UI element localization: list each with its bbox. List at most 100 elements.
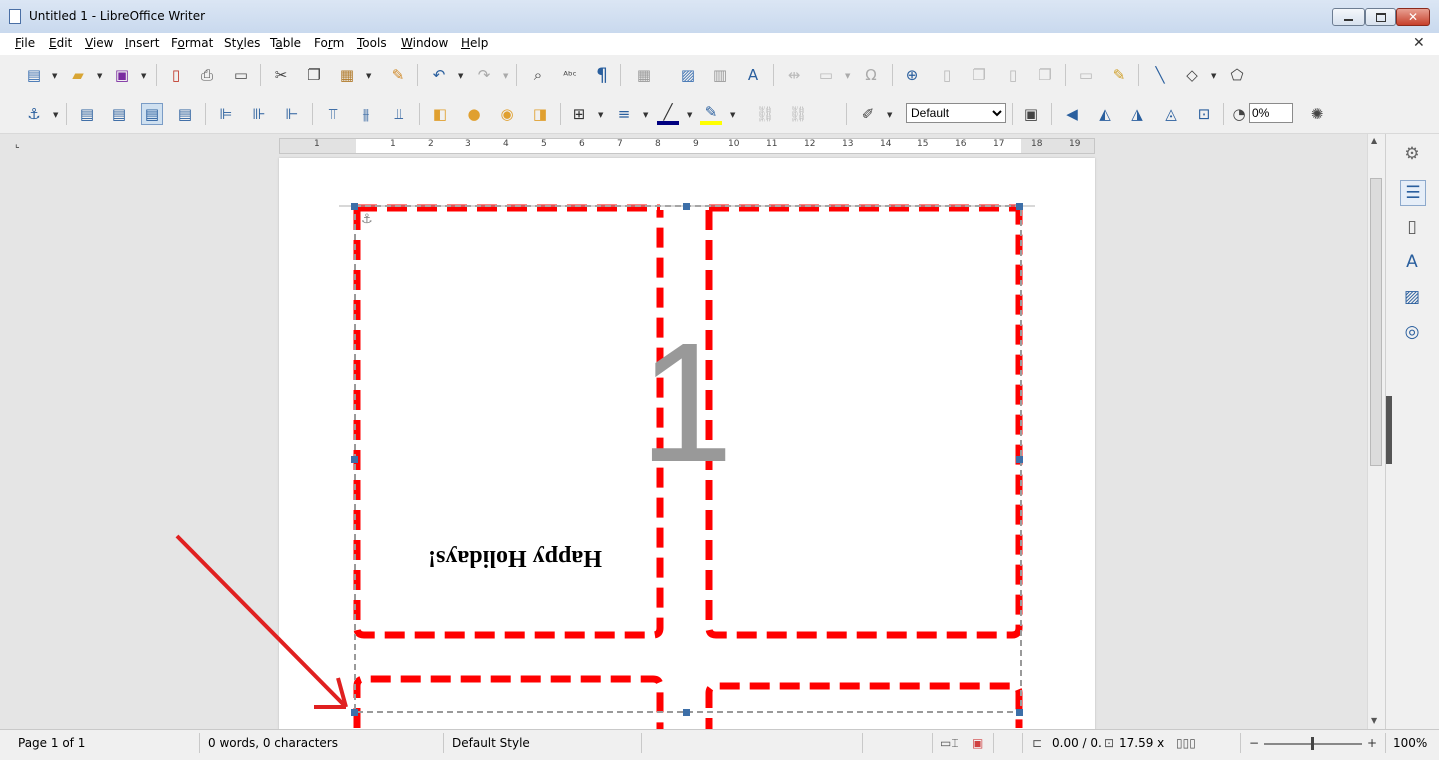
find-replace-icon[interactable]: ⌕ xyxy=(527,64,549,86)
undo-icon[interactable]: ↶ xyxy=(428,64,450,86)
sidebar-properties-icon[interactable]: ☰ xyxy=(1400,180,1426,206)
flip-vertical-icon[interactable]: ◭ xyxy=(1094,103,1116,125)
transparency-field[interactable] xyxy=(1249,103,1293,123)
rotate-icon[interactable]: ◀ xyxy=(1061,103,1083,125)
menu-styles[interactable]: Styles xyxy=(224,36,260,50)
formatting-marks-icon[interactable]: ¶ xyxy=(591,64,613,86)
menu-help[interactable]: Help xyxy=(461,36,488,50)
sidebar-page-icon[interactable]: ▯ xyxy=(1400,215,1424,239)
sidebar-gallery-icon[interactable]: ▨ xyxy=(1400,285,1424,309)
wrap-through-icon[interactable]: ▤ xyxy=(174,103,196,125)
restore-button[interactable] xyxy=(1365,8,1396,26)
open-icon[interactable]: ▰ xyxy=(67,64,89,86)
new-document-icon[interactable]: ▤ xyxy=(23,64,45,86)
align-left-icon[interactable]: ⊫ xyxy=(215,103,237,125)
insert-field-icon[interactable]: ▭ xyxy=(815,64,837,86)
tab-stop-selector[interactable]: ⌞ xyxy=(15,139,20,150)
sidebar-styles-icon[interactable]: A xyxy=(1400,250,1424,274)
menu-file[interactable]: File xyxy=(15,36,35,50)
draw-functions-icon[interactable]: ⬠ xyxy=(1226,64,1248,86)
document-modified-icon[interactable]: ▣ xyxy=(972,736,983,750)
border-style-icon[interactable]: ≡ xyxy=(613,103,635,125)
print-preview-icon[interactable]: ▭ xyxy=(230,64,252,86)
insert-special-character-icon[interactable]: Ω xyxy=(860,64,882,86)
menu-edit[interactable]: Edit xyxy=(49,36,72,50)
zoom-level[interactable]: 100% xyxy=(1393,736,1427,750)
word-count[interactable]: 0 words, 0 characters xyxy=(208,736,338,750)
horizontal-ruler[interactable]: 1 1 2 3 4 5 6 7 8 9 10 11 12 13 14 15 16… xyxy=(279,138,1095,154)
flip-horizontal-icon[interactable]: ◮ xyxy=(1126,103,1148,125)
sidebar-settings-icon[interactable]: ⚙ xyxy=(1400,142,1424,166)
bring-to-front-icon[interactable]: ◧ xyxy=(429,103,451,125)
menu-tools[interactable]: Tools xyxy=(357,36,387,50)
bring-forward-icon[interactable]: ◉ xyxy=(496,103,518,125)
border-color-icon[interactable]: ╱ xyxy=(657,103,679,125)
menu-table[interactable]: Table xyxy=(270,36,301,50)
menu-format[interactable]: Format xyxy=(171,36,213,50)
save-icon[interactable]: ▣ xyxy=(111,64,133,86)
insert-footnote-icon[interactable]: ▯ xyxy=(936,64,958,86)
apply-style-icon[interactable]: ✐ xyxy=(857,103,879,125)
anchor-icon[interactable]: ⚓ xyxy=(23,103,45,125)
export-pdf-icon[interactable]: ▯ xyxy=(165,64,187,86)
insert-line-icon[interactable]: ╲ xyxy=(1149,64,1171,86)
redo-icon[interactable]: ↷ xyxy=(473,64,495,86)
insert-endnote-icon[interactable]: ❐ xyxy=(968,64,990,86)
copy-icon[interactable]: ❐ xyxy=(303,64,325,86)
unlink-frames-icon[interactable]: ⛓ xyxy=(787,103,809,125)
zoom-slider-thumb[interactable] xyxy=(1311,737,1314,750)
align-bottom-icon[interactable]: ⫫ xyxy=(388,103,410,125)
transparency-icon[interactable]: ◔ xyxy=(1228,103,1250,125)
insert-image-icon[interactable]: ▨ xyxy=(677,64,699,86)
insert-hyperlink-icon[interactable]: ⊕ xyxy=(901,64,923,86)
clone-formatting-icon[interactable]: ✎ xyxy=(387,64,409,86)
scroll-down-icon[interactable]: ▼ xyxy=(1371,716,1377,725)
wrap-off-icon[interactable]: ▤ xyxy=(76,103,98,125)
insert-page-break-icon[interactable]: ⇹ xyxy=(783,64,805,86)
menu-view[interactable]: View xyxy=(85,36,113,50)
spelling-icon[interactable]: ᴬᵇᶜ xyxy=(559,64,581,86)
minimize-button[interactable] xyxy=(1332,8,1365,26)
borders-icon[interactable]: ⊞ xyxy=(568,103,590,125)
wrap-optimal-icon[interactable]: ▤ xyxy=(141,103,163,125)
scroll-up-icon[interactable]: ▲ xyxy=(1371,136,1377,145)
insert-textbox-icon[interactable]: A xyxy=(742,64,764,86)
align-right-icon[interactable]: ⊩ xyxy=(281,103,303,125)
align-top-icon[interactable]: ⫪ xyxy=(322,103,344,125)
track-changes-icon[interactable]: ✎ xyxy=(1108,64,1130,86)
sidebar-navigator-icon[interactable]: ◎ xyxy=(1400,320,1424,344)
close-window-button[interactable]: ✕ xyxy=(1396,8,1430,26)
menu-form[interactable]: Form xyxy=(314,36,344,50)
insert-comment-icon[interactable]: ▭ xyxy=(1075,64,1097,86)
link-frames-icon[interactable]: ⛓ xyxy=(754,103,776,125)
send-to-back-icon[interactable]: ● xyxy=(463,103,485,125)
vertical-scrollbar[interactable]: ▲ ▼ xyxy=(1367,134,1385,729)
send-backward-icon[interactable]: ◨ xyxy=(529,103,551,125)
insert-bookmark-icon[interactable]: ▯ xyxy=(1002,64,1024,86)
insert-chart-icon[interactable]: ▥ xyxy=(709,64,731,86)
paste-icon[interactable]: ▦ xyxy=(336,64,358,86)
page-style[interactable]: Default Style xyxy=(452,736,530,750)
frame-properties-icon[interactable]: ▣ xyxy=(1020,103,1042,125)
menu-insert[interactable]: Insert xyxy=(125,36,159,50)
crop-icon[interactable]: ⊡ xyxy=(1193,103,1215,125)
align-middle-icon[interactable]: ⫵ xyxy=(355,103,377,125)
view-layout-icon[interactable]: ▯▯▯ xyxy=(1176,736,1196,750)
zoom-in-icon[interactable]: + xyxy=(1367,736,1377,750)
basic-shapes-icon[interactable]: ◇ xyxy=(1181,64,1203,86)
cut-icon[interactable]: ✂ xyxy=(270,64,292,86)
color-palette-icon[interactable]: ✺ xyxy=(1306,103,1328,125)
frame-style-select[interactable]: Default xyxy=(906,103,1006,123)
insert-cross-reference-icon[interactable]: ❐ xyxy=(1034,64,1056,86)
wrap-page-icon[interactable]: ▤ xyxy=(108,103,130,125)
selection-mode-icon[interactable]: ▭⌶ xyxy=(940,736,959,751)
background-color-icon[interactable]: ✎ xyxy=(700,103,722,125)
sidebar-collapse-handle[interactable] xyxy=(1386,396,1392,464)
zoom-out-icon[interactable]: − xyxy=(1249,736,1259,750)
scroll-thumb[interactable] xyxy=(1370,178,1382,466)
print-icon[interactable]: ⎙ xyxy=(196,64,218,86)
document-page[interactable]: ⚓ 1 Happy Holidays! xyxy=(279,158,1095,738)
close-document-icon[interactable]: ✕ xyxy=(1413,35,1425,51)
align-center-icon[interactable]: ⊪ xyxy=(248,103,270,125)
rotate-left-icon[interactable]: ◬ xyxy=(1160,103,1182,125)
